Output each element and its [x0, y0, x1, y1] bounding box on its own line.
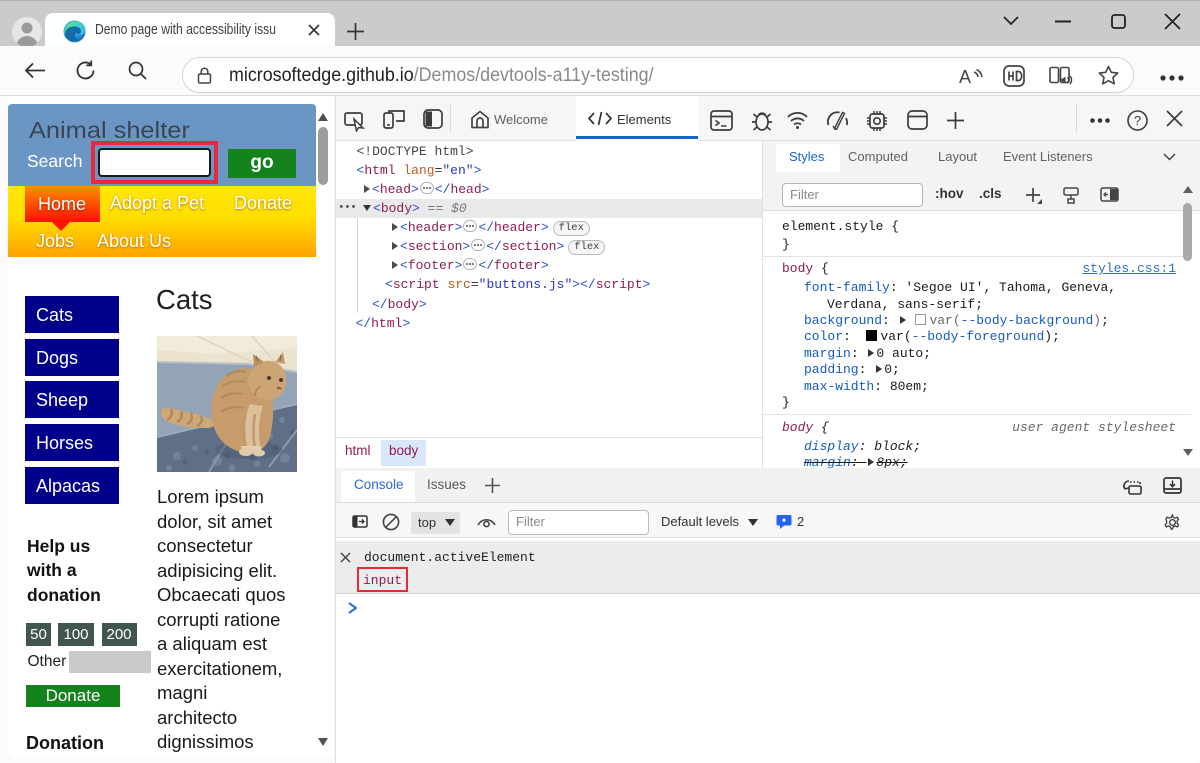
svg-text:A: A [959, 67, 971, 86]
svg-text:?: ? [1134, 113, 1141, 128]
